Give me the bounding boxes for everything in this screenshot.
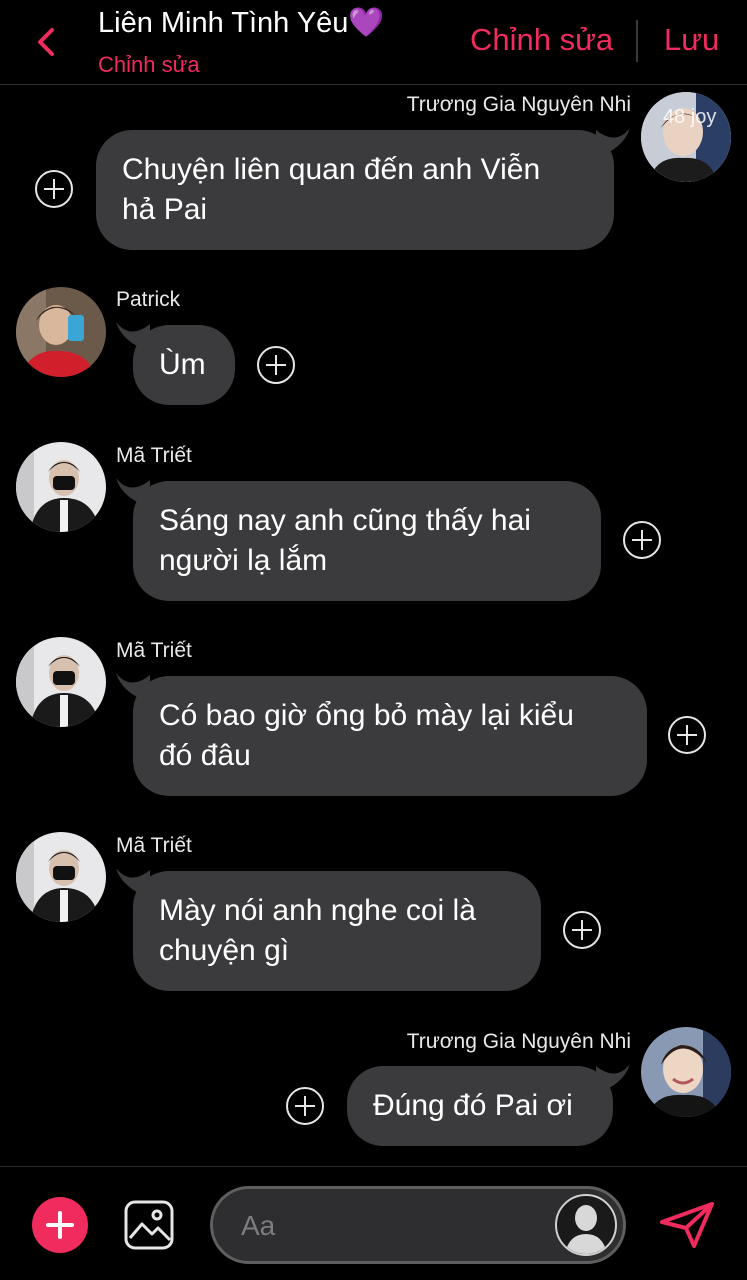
- message-line: Chuyện liên quan đến anh Viễn: [122, 153, 541, 186]
- add-reaction-icon[interactable]: [563, 911, 601, 949]
- image-icon[interactable]: [124, 1200, 174, 1250]
- message-line: Mày nói anh nghe coi là: [159, 894, 476, 927]
- sender-avatar[interactable]: [16, 442, 106, 532]
- sender-avatar[interactable]: [16, 287, 106, 377]
- message-line: Đúng đó Pai ơi: [373, 1089, 573, 1122]
- add-reaction-icon[interactable]: [668, 716, 706, 754]
- message-line: Sáng nay anh cũng thấy hai: [159, 504, 531, 537]
- send-icon[interactable]: [658, 1200, 716, 1250]
- add-icon[interactable]: [32, 1197, 88, 1253]
- add-reaction-icon[interactable]: [257, 346, 295, 384]
- message-input[interactable]: [239, 1205, 543, 1247]
- edit-button[interactable]: Chỉnh sửa: [470, 22, 613, 58]
- message-bubble[interactable]: Có bao giờ ổng bỏ mày lại kiểu đó đâu: [133, 676, 647, 796]
- sender-avatar[interactable]: [16, 637, 106, 727]
- chat-header: Liên Minh Tình Yêu💜 Chỉnh sửa Chỉnh sửa …: [0, 0, 747, 85]
- composer-divider: [0, 1166, 747, 1167]
- message-line: đó đâu: [159, 739, 251, 772]
- message-line: hả Pai: [122, 193, 208, 226]
- message-input-container: [210, 1186, 626, 1264]
- avatar-watermark: 48 joy: [663, 106, 717, 128]
- message-bubble[interactable]: Đúng đó Pai ơi: [347, 1066, 613, 1146]
- save-button[interactable]: Lưu: [664, 22, 719, 58]
- message-line: Có bao giờ ổng bỏ mày lại kiểu: [159, 699, 574, 732]
- sender-avatar[interactable]: [641, 1027, 731, 1117]
- message-line: Ùm: [159, 348, 206, 381]
- sender-name: Trương Gia Nguyên Nhi: [406, 93, 631, 116]
- message-bubble[interactable]: Mày nói anh nghe coi là chuyện gì: [133, 871, 541, 991]
- message-bubble[interactable]: Chuyện liên quan đến anh Viễn hả Pai: [96, 130, 614, 250]
- add-reaction-icon[interactable]: [35, 170, 73, 208]
- chat-subtitle[interactable]: Chỉnh sửa: [98, 52, 200, 78]
- sender-name: Mã Triết: [116, 639, 192, 662]
- header-divider: [636, 20, 638, 62]
- add-reaction-icon[interactable]: [623, 521, 661, 559]
- sender-name: Mã Triết: [116, 834, 192, 857]
- sender-avatar[interactable]: 48 joy: [641, 92, 731, 182]
- message-line: người lạ lắm: [159, 544, 328, 577]
- back-chevron-icon[interactable]: [28, 20, 62, 64]
- chat-title[interactable]: Liên Minh Tình Yêu💜: [98, 6, 385, 40]
- message-bubble[interactable]: Sáng nay anh cũng thấy hai người lạ lắm: [133, 481, 601, 601]
- sender-name: Patrick: [116, 288, 181, 311]
- add-reaction-icon[interactable]: [286, 1087, 324, 1125]
- sender-avatar[interactable]: [16, 832, 106, 922]
- sender-name: Trương Gia Nguyên Nhi: [406, 1030, 631, 1053]
- sender-name: Mã Triết: [116, 444, 192, 467]
- message-bubble[interactable]: Ùm: [133, 325, 235, 405]
- message-line: chuyện gì: [159, 934, 290, 967]
- profile-avatar-icon[interactable]: [555, 1194, 617, 1256]
